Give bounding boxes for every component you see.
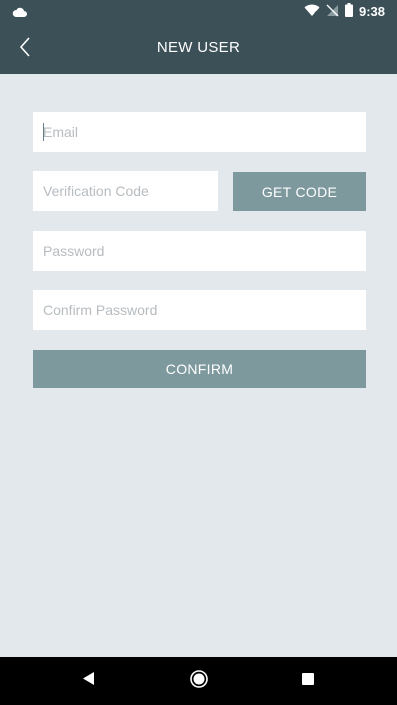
password-field[interactable] <box>33 231 366 271</box>
confirm-button[interactable]: CONFIRM <box>33 350 366 388</box>
cloud-icon <box>12 5 28 23</box>
get-code-button[interactable]: GET CODE <box>233 172 366 211</box>
home-circle-icon <box>190 669 208 693</box>
app-bar: NEW USER <box>0 24 397 74</box>
recents-square-icon <box>302 672 314 690</box>
text-cursor <box>43 123 44 141</box>
status-time: 9:38 <box>358 4 385 19</box>
navigation-bar <box>0 657 397 705</box>
wifi-icon <box>304 4 320 20</box>
nav-back-button[interactable] <box>77 669 101 693</box>
confirm-password-field[interactable] <box>33 290 366 330</box>
verification-code-field[interactable] <box>33 171 218 211</box>
email-field[interactable] <box>33 112 366 152</box>
no-signal-icon <box>326 4 339 20</box>
status-bar: 9:38 <box>0 0 397 24</box>
page-title: NEW USER <box>156 39 241 56</box>
nav-recents-button[interactable] <box>296 669 320 693</box>
nav-home-button[interactable] <box>187 669 211 693</box>
status-icons: 9:38 <box>304 3 385 20</box>
back-triangle-icon <box>83 672 95 690</box>
battery-icon <box>344 3 353 20</box>
